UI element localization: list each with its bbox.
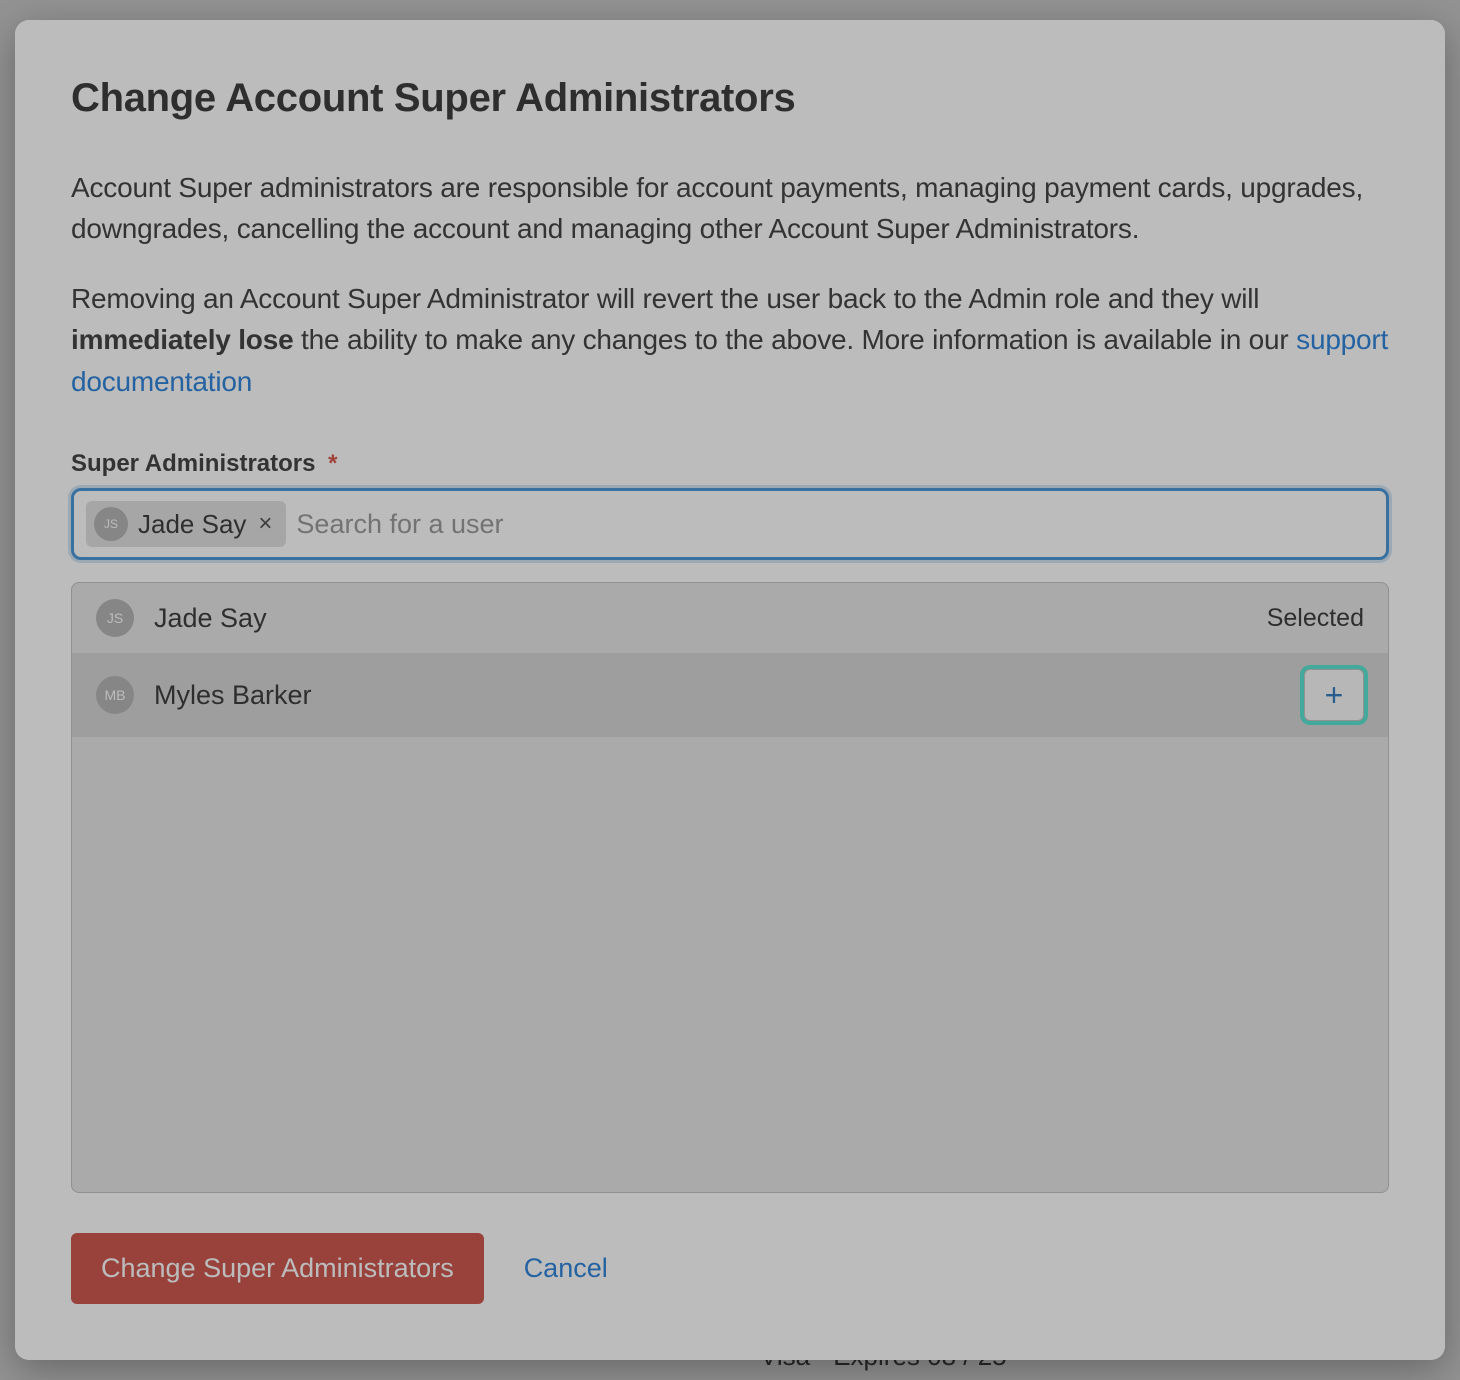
dropdown-status-label: Selected [1267, 604, 1364, 633]
avatar: JS [94, 507, 128, 541]
user-search-field[interactable]: JS Jade Say × [71, 488, 1389, 560]
required-marker: * [328, 450, 337, 477]
close-icon: × [258, 510, 272, 537]
modal-title: Change Account Super Administrators [71, 76, 1389, 121]
field-label-text: Super Administrators [71, 450, 316, 477]
chip-user-name: Jade Say [138, 509, 246, 540]
avatar: JS [96, 599, 134, 637]
description-p2-bold: immediately lose [71, 324, 293, 355]
remove-chip-button[interactable]: × [256, 512, 274, 536]
dropdown-row-selected[interactable]: JS Jade Say Selected [72, 583, 1388, 653]
selected-user-chip: JS Jade Say × [86, 501, 286, 547]
plus-icon: + [1325, 679, 1344, 711]
description-p2-suffix: the ability to make any changes to the a… [293, 324, 1296, 355]
description-paragraph-2: Removing an Account Super Administrator … [71, 278, 1389, 402]
user-search-input[interactable] [296, 509, 1374, 540]
add-user-button[interactable]: + [1304, 669, 1364, 721]
field-label: Super Administrators * [71, 450, 1389, 478]
description-p2-prefix: Removing an Account Super Administrator … [71, 283, 1259, 314]
dropdown-user-name: Myles Barker [154, 680, 1284, 711]
avatar: MB [96, 676, 134, 714]
modal-footer: Change Super Administrators Cancel [71, 1193, 1389, 1304]
dropdown-row-highlighted[interactable]: MB Myles Barker + [72, 653, 1388, 737]
cancel-button[interactable]: Cancel [524, 1253, 608, 1284]
change-super-admins-button[interactable]: Change Super Administrators [71, 1233, 484, 1304]
user-dropdown-list: JS Jade Say Selected MB Myles Barker + [71, 582, 1389, 1193]
description-paragraph-1: Account Super administrators are respons… [71, 167, 1389, 250]
dropdown-user-name: Jade Say [154, 603, 1247, 634]
change-super-admins-modal: Change Account Super Administrators Acco… [15, 20, 1445, 1360]
